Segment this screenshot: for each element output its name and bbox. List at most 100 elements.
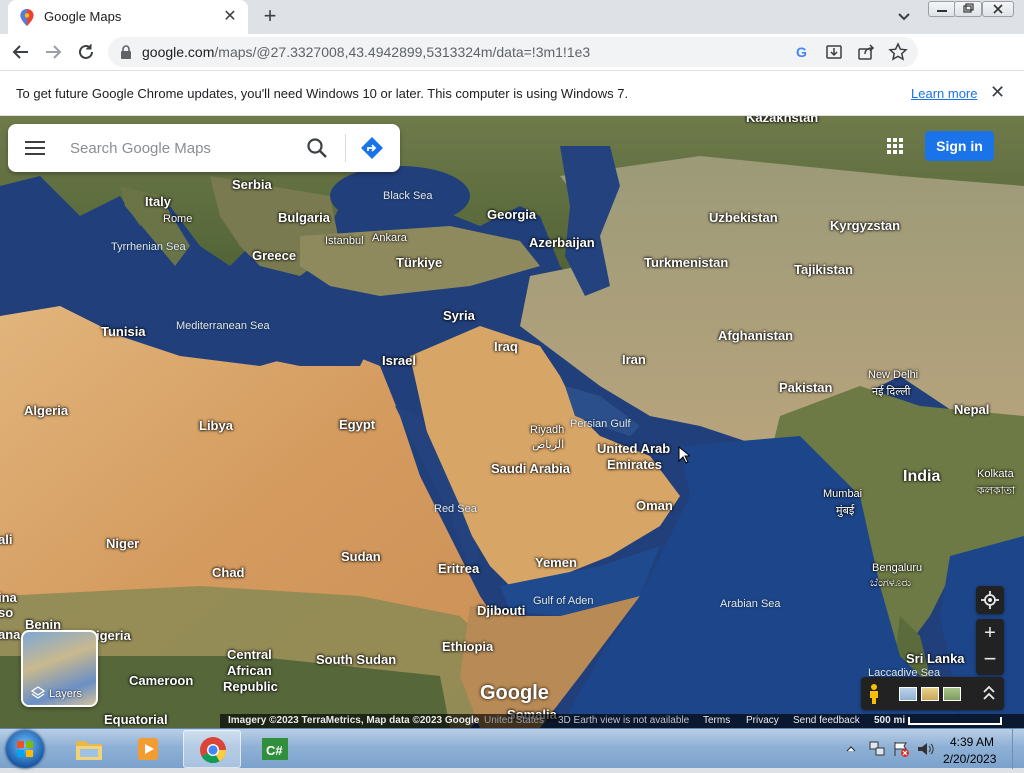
window-close-button[interactable]: [982, 1, 1014, 17]
map-label-nigeria[interactable]: igeria: [96, 628, 131, 643]
map-label-kazakhstan[interactable]: Kazakhstan: [746, 116, 818, 125]
taskbar-media-player[interactable]: [120, 730, 178, 768]
map-label-uae-line2[interactable]: Emirates: [607, 457, 662, 472]
map-label-georgia[interactable]: Georgia: [487, 207, 536, 222]
new-tab-button[interactable]: +: [258, 5, 282, 29]
map-label-central-african-line2[interactable]: African: [227, 663, 272, 678]
directions-icon[interactable]: [360, 136, 384, 160]
map-label-persian-gulf[interactable]: Persian Gulf: [570, 418, 631, 430]
map-label-ethiopia[interactable]: Ethiopia: [442, 639, 493, 654]
map-label-niger[interactable]: Niger: [106, 536, 139, 551]
street-layer-thumb[interactable]: [943, 687, 961, 701]
terms-link[interactable]: Terms: [703, 714, 730, 728]
map-label-tyrrhenian-sea[interactable]: Tyrrhenian Sea: [111, 241, 186, 253]
map-label-left-edge-3[interactable]: so: [0, 605, 13, 620]
map-label-uae-line1[interactable]: United Arab: [597, 441, 670, 456]
map-label-riyadh[interactable]: Riyadh: [530, 424, 564, 436]
terrain-layer-thumb[interactable]: [921, 687, 939, 701]
map-label-turkmenistan[interactable]: Turkmenistan: [644, 255, 728, 270]
url-text[interactable]: google.com/maps/@27.3327008,43.4942899,5…: [142, 44, 590, 60]
map-label-egypt[interactable]: Egypt: [339, 417, 375, 432]
zoom-out-button[interactable]: −: [976, 647, 1004, 675]
map-label-arabian-sea[interactable]: Arabian Sea: [720, 598, 781, 610]
reload-icon[interactable]: [73, 39, 99, 65]
layers-button[interactable]: Layers: [21, 630, 98, 707]
map-label-rome[interactable]: Rome: [163, 213, 192, 225]
map-label-oman[interactable]: Oman: [636, 498, 673, 513]
country-label[interactable]: United States: [484, 714, 544, 728]
clock-time[interactable]: 4:39 AM: [950, 735, 994, 749]
map-label-mediterranean-sea[interactable]: Mediterranean Sea: [176, 320, 270, 332]
tab-google-maps[interactable]: Google Maps ✕: [8, 0, 248, 34]
map-label-iraq[interactable]: Iraq: [494, 339, 518, 354]
map-label-sri-lanka[interactable]: Sri Lanka: [906, 651, 965, 666]
map-label-syria[interactable]: Syria: [443, 308, 475, 323]
scale-label[interactable]: 500 mi: [874, 714, 905, 728]
map-label-pakistan[interactable]: Pakistan: [779, 380, 832, 395]
map-label-yemen[interactable]: Yemen: [535, 555, 577, 570]
map-label-serbia[interactable]: Serbia: [232, 177, 272, 192]
map-label-left-edge-4[interactable]: ana: [0, 627, 20, 642]
lock-icon[interactable]: [120, 45, 132, 59]
map-label-istanbul[interactable]: Istanbul: [325, 235, 364, 247]
map-label-saudi-arabia[interactable]: Saudi Arabia: [491, 461, 570, 476]
my-location-button[interactable]: [976, 586, 1004, 614]
map-label-new-delhi[interactable]: New Delhi: [868, 369, 918, 381]
map-label-bengaluru[interactable]: Bengaluru: [872, 562, 922, 574]
install-app-icon[interactable]: [824, 42, 844, 62]
send-feedback-link[interactable]: Send feedback: [793, 714, 860, 728]
close-infobar-icon[interactable]: ✕: [990, 83, 1008, 101]
map-label-mumbai[interactable]: Mumbai: [823, 488, 862, 500]
map-label-equatorial[interactable]: Equatorial: [104, 712, 168, 727]
map-label-bengaluru-kannada[interactable]: ಬೆಂಗಳೂರು: [870, 577, 911, 590]
imagery-credit[interactable]: Imagery ©2023 TerraMetrics, Map data ©20…: [228, 714, 479, 728]
tab-search-chevron-icon[interactable]: [894, 7, 914, 27]
map-label-left-edge-1[interactable]: ali: [0, 532, 12, 547]
address-bar[interactable]: google.com/maps/@27.3327008,43.4942899,5…: [108, 37, 918, 67]
map-label-djibouti[interactable]: Djibouti: [477, 603, 525, 618]
volume-icon[interactable]: [916, 740, 934, 758]
zoom-in-button[interactable]: +: [976, 619, 1004, 647]
map-label-new-delhi-hindi[interactable]: नई दिल्ली: [872, 384, 911, 399]
search-icon[interactable]: [306, 137, 328, 159]
maps-search-input[interactable]: [70, 136, 300, 160]
map-label-central-african-line1[interactable]: Central: [227, 647, 272, 662]
map-label-tunisia[interactable]: Tunisia: [101, 324, 146, 339]
bookmark-star-icon[interactable]: [888, 42, 908, 62]
scale-bar[interactable]: [908, 717, 1002, 725]
map-label-greece[interactable]: Greece: [252, 248, 296, 263]
satellite-layer-thumb[interactable]: [899, 687, 917, 701]
map-label-red-sea[interactable]: Red Sea: [434, 503, 477, 515]
map-label-riyadh-arabic[interactable]: الرياض: [532, 438, 564, 451]
privacy-link[interactable]: Privacy: [746, 714, 779, 728]
map-label-bulgaria[interactable]: Bulgaria: [278, 210, 330, 225]
taskbar-windows-explorer[interactable]: [60, 730, 118, 768]
map-label-algeria[interactable]: Algeria: [24, 403, 68, 418]
map-label-nepal[interactable]: Nepal: [954, 402, 989, 417]
map-label-iran[interactable]: Iran: [622, 352, 646, 367]
map-label-left-edge-2[interactable]: ina: [0, 590, 17, 605]
map-label-cameroon[interactable]: Cameroon: [129, 673, 193, 688]
map-label-italy[interactable]: Italy: [145, 194, 171, 209]
sign-in-button[interactable]: Sign in: [925, 131, 994, 161]
hamburger-menu-icon[interactable]: [24, 138, 46, 158]
map-label-ankara[interactable]: Ankara: [372, 232, 407, 244]
show-desktop-button[interactable]: [1012, 729, 1024, 769]
expand-chevron-icon[interactable]: [982, 684, 996, 702]
network-icon[interactable]: [868, 740, 886, 758]
taskbar-google-chrome[interactable]: [183, 730, 241, 768]
map-canvas[interactable]: Kazakhstan Serbia Italy Rome Bulgaria Bl…: [0, 116, 1024, 728]
map-label-chad[interactable]: Chad: [212, 565, 245, 580]
close-tab-icon[interactable]: ✕: [220, 7, 240, 27]
learn-more-link[interactable]: Learn more: [911, 86, 977, 101]
map-label-uzbekistan[interactable]: Uzbekistan: [709, 210, 778, 225]
map-label-kyrgyzstan[interactable]: Kyrgyzstan: [830, 218, 900, 233]
map-label-tajikistan[interactable]: Tajikistan: [794, 262, 853, 277]
map-label-black-sea[interactable]: Black Sea: [383, 190, 433, 202]
map-label-south-sudan[interactable]: South Sudan: [316, 652, 396, 667]
map-label-gulf-of-aden[interactable]: Gulf of Aden: [533, 595, 594, 607]
taskbar-visual-csharp[interactable]: C#: [246, 730, 304, 768]
share-icon[interactable]: [856, 42, 876, 62]
map-label-turkiye[interactable]: Türkiye: [396, 255, 442, 270]
map-label-mumbai-marathi[interactable]: मुंबई: [836, 503, 854, 518]
